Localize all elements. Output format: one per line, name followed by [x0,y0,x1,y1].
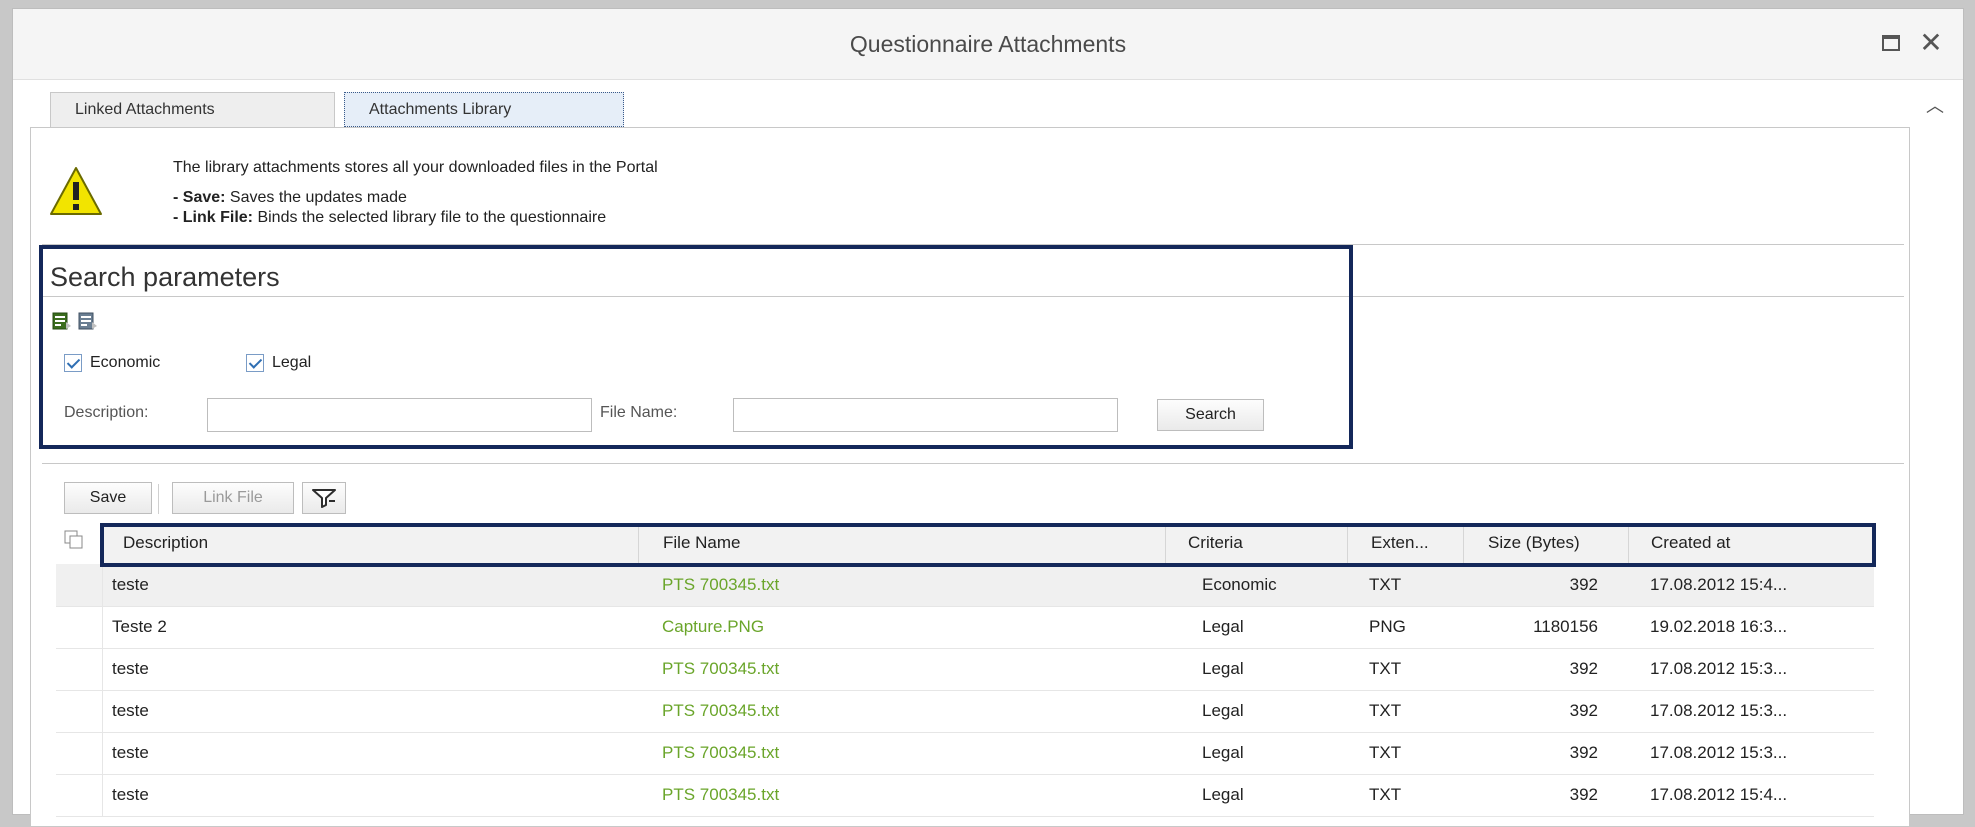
cell-criteria: Legal [1202,785,1244,804]
cell-size: 1180156 [1533,617,1598,636]
row-selector[interactable] [56,564,103,606]
table-header-highlight [100,523,1876,567]
row-selector[interactable] [56,690,103,732]
cell-file-name[interactable]: PTS 700345.txt [662,659,779,679]
cell-extension: TXT [1369,575,1402,594]
cell-description: teste [112,785,149,804]
cell-extension: PNG [1369,617,1406,636]
cell-extension: TXT [1369,743,1402,762]
table-row[interactable]: teste PTS 700345.txt Legal TXT 392 17.08… [56,732,1874,775]
cell-created-at: 19.02.2018 16:3... [1650,617,1788,636]
window-title: Questionnaire Attachments [849,31,1127,57]
cell-size: 392 [1569,659,1598,678]
library-info: The library attachments stores all your … [173,158,658,228]
table-row[interactable]: Teste 2 Capture.PNG Legal PNG 1180156 19… [56,606,1874,649]
cell-criteria: Legal [1202,659,1244,678]
info-save-line: - Save: Saves the updates made [173,188,658,208]
row-selector[interactable] [56,606,103,648]
cell-criteria: Legal [1202,701,1244,720]
save-button[interactable]: Save [64,482,152,514]
search-parameters-highlight [39,245,1353,449]
tab-attachments-library[interactable]: Attachments Library [344,92,624,127]
row-selector[interactable] [56,732,103,774]
info-link-line: - Link File: Binds the selected library … [173,208,658,228]
cell-file-name[interactable]: PTS 700345.txt [662,701,779,721]
filter-icon [312,489,336,508]
divider [42,463,1904,464]
cell-size: 392 [1569,575,1598,594]
cell-created-at: 17.08.2012 15:3... [1650,743,1788,762]
cell-description: teste [112,701,149,720]
cell-size: 392 [1569,701,1598,720]
cell-description: teste [112,743,149,762]
close-icon[interactable]: ✕ [1918,29,1944,57]
cell-created-at: 17.08.2012 15:4... [1650,785,1788,804]
filter-button[interactable] [302,482,346,514]
table-row[interactable]: teste PTS 700345.txt Legal TXT 392 17.08… [56,774,1874,817]
cell-size: 392 [1569,743,1598,762]
cell-extension: TXT [1369,659,1402,678]
cell-file-name[interactable]: PTS 700345.txt [662,743,779,763]
info-link-desc: Binds the selected library file to the q… [253,209,607,226]
cell-description: teste [112,575,149,594]
scroll-up-icon[interactable]: ︿ [1924,92,1946,116]
tab-linked-attachments[interactable]: Linked Attachments [50,92,335,127]
table-row[interactable]: teste PTS 700345.txt Economic TXT 392 17… [56,564,1874,607]
toolbar-separator [158,484,159,514]
maximize-icon[interactable] [1879,31,1905,57]
cell-created-at: 17.08.2012 15:3... [1650,701,1788,720]
cell-size: 392 [1569,785,1598,804]
cell-criteria: Economic [1202,575,1277,594]
cell-description: teste [112,659,149,678]
cell-description: Teste 2 [112,617,167,636]
row-selector[interactable] [56,648,103,690]
cell-created-at: 17.08.2012 15:4... [1650,575,1788,594]
warning-icon [50,167,102,215]
table-row[interactable]: teste PTS 700345.txt Legal TXT 392 17.08… [56,648,1874,691]
info-save-desc: Saves the updates made [225,189,407,206]
link-file-button[interactable]: Link File [172,482,294,514]
cell-extension: TXT [1369,785,1402,804]
cell-extension: TXT [1369,701,1402,720]
cell-criteria: Legal [1202,743,1244,762]
cell-file-name[interactable]: PTS 700345.txt [662,575,779,595]
title-bar: Questionnaire Attachments ✕ [13,9,1963,80]
cell-created-at: 17.08.2012 15:3... [1650,659,1788,678]
info-save-term: - Save: [173,189,226,206]
cell-file-name[interactable]: PTS 700345.txt [662,785,779,805]
row-selector[interactable] [56,774,103,816]
cell-file-name[interactable]: Capture.PNG [662,617,764,637]
info-link-term: - Link File: [173,209,253,226]
cell-criteria: Legal [1202,617,1244,636]
select-all-rows-icon[interactable] [64,530,84,550]
table-row[interactable]: teste PTS 700345.txt Legal TXT 392 17.08… [56,690,1874,733]
library-info-intro: The library attachments stores all your … [173,159,658,176]
